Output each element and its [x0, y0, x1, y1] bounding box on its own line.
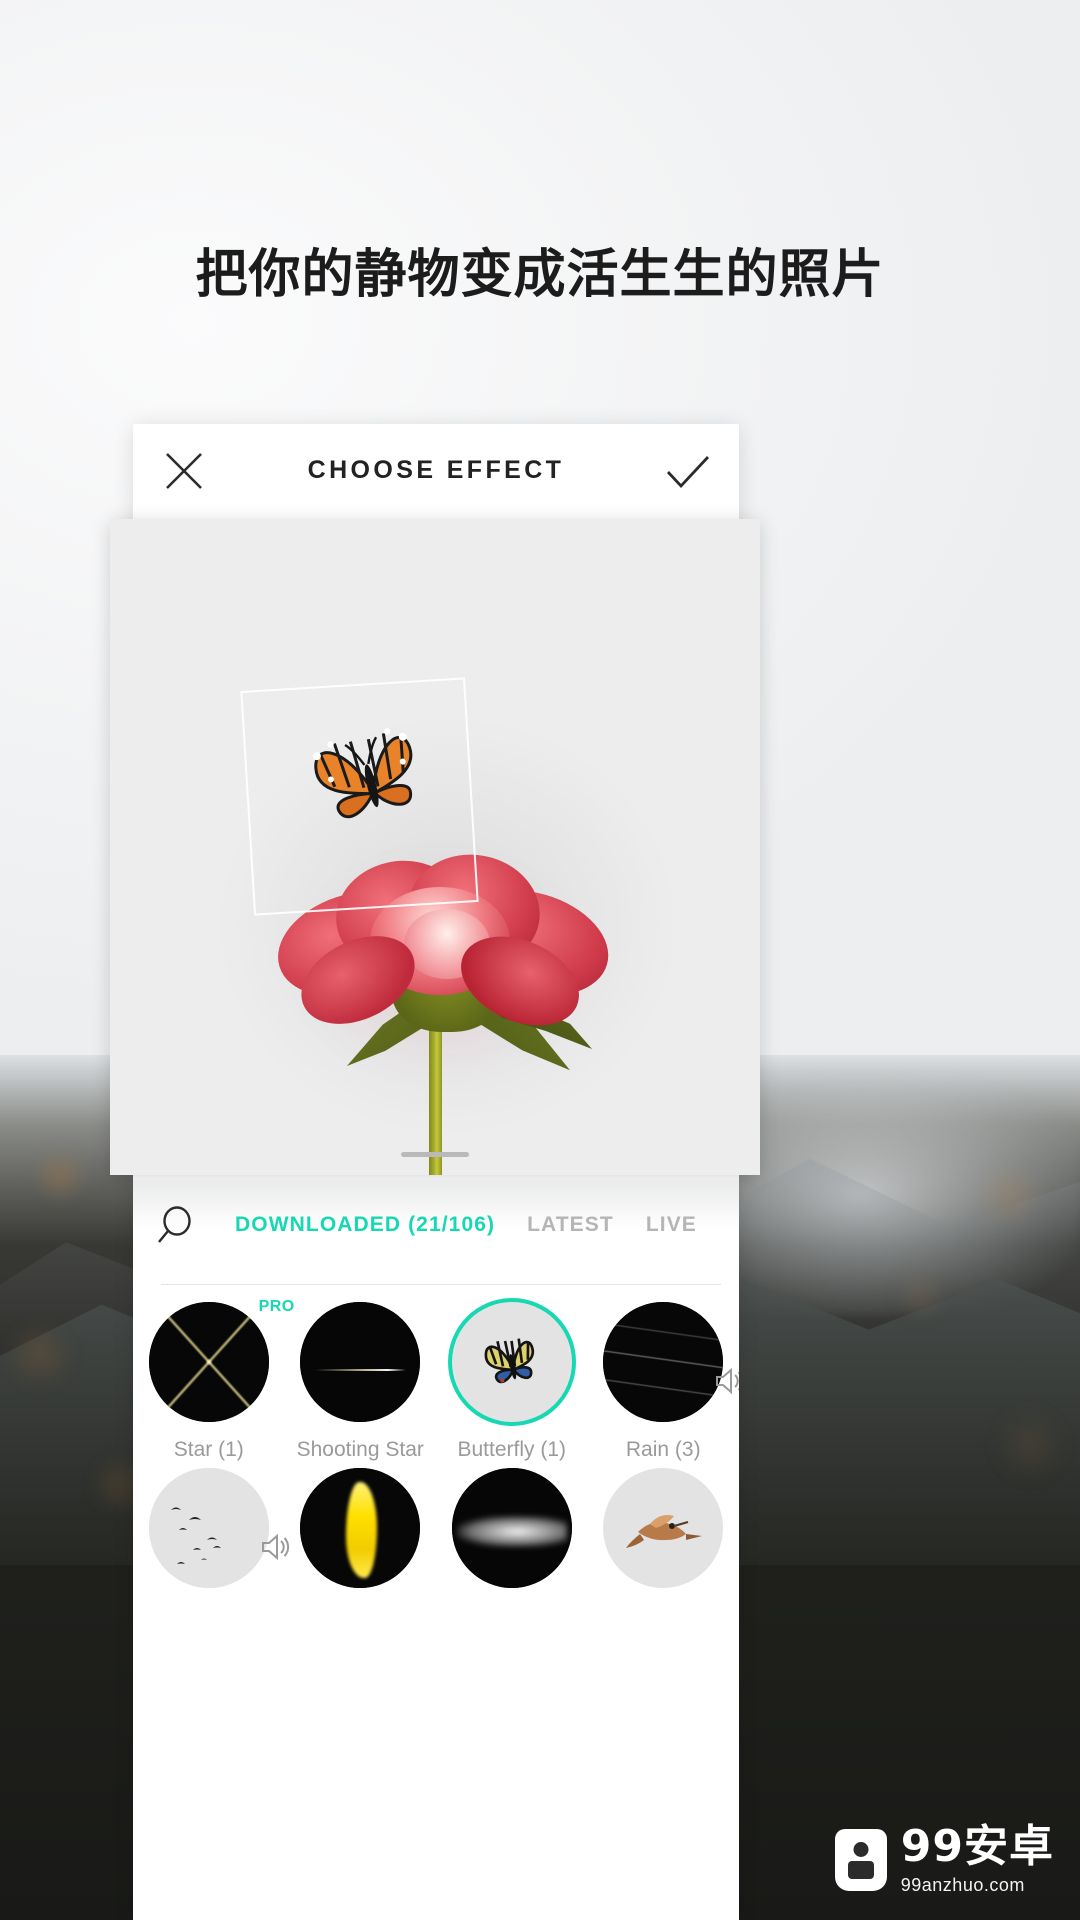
butterfly-overlay-icon[interactable]	[310, 714, 430, 844]
watermark-logo-icon	[834, 1828, 887, 1891]
effect-thumb-hummingbird[interactable]	[603, 1468, 724, 1588]
tab-downloaded[interactable]: DOWNLOADED (21/106)	[219, 1213, 511, 1237]
close-icon[interactable]	[163, 450, 205, 492]
effect-thumb-rain[interactable]	[603, 1302, 739, 1422]
star-effect-art	[148, 1302, 269, 1422]
app-header: CHOOSE EFFECT	[133, 424, 739, 516]
preview-drag-handle[interactable]	[401, 1152, 469, 1157]
effect-thumb-smoke[interactable]	[451, 1468, 572, 1588]
effect-label-shooting-star: Shooting Star	[296, 1438, 424, 1461]
butterfly-thumb-icon	[484, 1338, 534, 1384]
effect-thumb-shooting-star[interactable]	[300, 1302, 421, 1422]
watermark-url: 99anzhuo.com	[900, 1875, 1025, 1895]
watermark: 99安卓 99anzhuo.com	[834, 1821, 1054, 1895]
effect-item-fire[interactable]	[285, 1468, 437, 1604]
effects-grid: PRO Star (1) Shooting Star Butterfly (1)…	[133, 1298, 740, 1604]
effect-thumb-fire[interactable]	[300, 1468, 421, 1588]
effect-thumb-butterfly[interactable]	[451, 1302, 572, 1422]
fire-effect-art	[300, 1468, 421, 1588]
header-title: CHOOSE EFFECT	[307, 455, 565, 484]
effect-item-rain[interactable]: Rain (3)	[588, 1302, 739, 1462]
effect-tab-bar: DOWNLOADED (21/106) LATEST LIVE	[133, 1180, 739, 1270]
search-icon[interactable]	[133, 1204, 219, 1246]
effect-item-shooting-star[interactable]: Shooting Star	[285, 1302, 437, 1462]
shooting-star-effect-art	[300, 1302, 421, 1422]
effects-grid-panel: PRO Star (1) Shooting Star Butterfly (1)…	[133, 1270, 739, 1920]
check-icon[interactable]	[665, 454, 710, 490]
rain-effect-art	[603, 1302, 724, 1422]
tab-latest[interactable]: LATEST	[511, 1213, 630, 1237]
hummingbird-icon	[626, 1515, 703, 1548]
effect-item-hummingbird[interactable]	[588, 1468, 740, 1604]
effect-thumb-star[interactable]: PRO	[148, 1298, 294, 1422]
effect-label-star: Star (1)	[173, 1438, 244, 1461]
watermark-brand: 99安卓	[900, 1821, 1054, 1872]
foliage-right	[680, 1115, 1080, 1735]
effect-thumb-birds[interactable]	[148, 1468, 289, 1588]
effect-item-smoke[interactable]	[436, 1468, 588, 1604]
watermark-text: 99安卓 99anzhuo.com	[900, 1821, 1054, 1895]
effect-item-birds[interactable]	[133, 1468, 289, 1604]
effect-item-star[interactable]: PRO Star (1)	[133, 1298, 294, 1462]
grid-divider	[161, 1284, 721, 1285]
page-title: 把你的静物变成活生生的照片	[195, 245, 885, 305]
effect-label-butterfly: Butterfly (1)	[457, 1438, 567, 1461]
effect-label-rain: Rain (3)	[625, 1438, 701, 1461]
tab-live[interactable]: LIVE	[630, 1213, 713, 1237]
smoke-effect-art	[451, 1468, 572, 1588]
sound-icon[interactable]	[711, 1364, 739, 1398]
effect-item-butterfly[interactable]: Butterfly (1)	[436, 1302, 588, 1462]
preview-card[interactable]	[110, 519, 760, 1175]
